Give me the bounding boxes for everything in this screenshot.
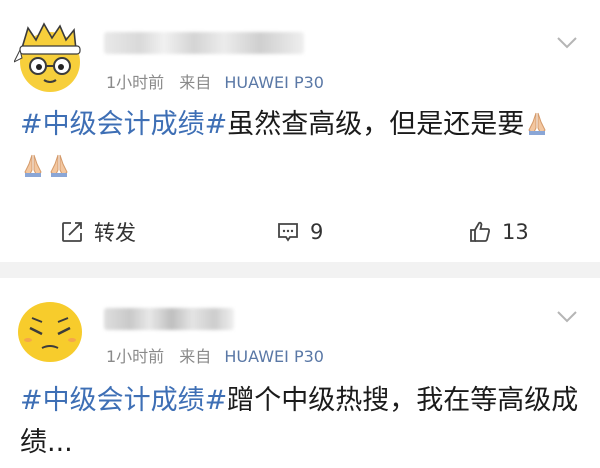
avatar[interactable] bbox=[12, 22, 86, 94]
pray-emoji bbox=[528, 112, 546, 135]
post-divider bbox=[0, 262, 600, 278]
repost-label: 转发 bbox=[94, 221, 136, 245]
post-source-label: 来自 bbox=[179, 347, 212, 366]
post-card: 1小时前 来自 HUAWEI P30 #中级会计成绩#蹭个中级热搜，我在等高级成… bbox=[0, 278, 600, 468]
post-time: 1小时前 bbox=[106, 347, 165, 366]
repost-icon bbox=[62, 222, 82, 242]
post-text: 虽然查高级，但是还是要 bbox=[227, 109, 525, 140]
username-redacted[interactable] bbox=[104, 32, 304, 54]
post-device[interactable]: HUAWEI P30 bbox=[224, 347, 324, 366]
action-bar: 转发 9 13 bbox=[0, 212, 600, 252]
comment-icon bbox=[278, 223, 298, 242]
chevron-down-icon[interactable] bbox=[556, 310, 578, 324]
like-count: 13 bbox=[502, 220, 529, 244]
pray-emoji bbox=[50, 154, 68, 177]
pleading-avatar-icon bbox=[18, 302, 82, 362]
hashtag-link[interactable]: #中级会计成绩# bbox=[20, 385, 227, 416]
post-time: 1小时前 bbox=[106, 73, 165, 92]
post-content: #中级会计成绩#虽然查高级，但是还是要 bbox=[20, 104, 582, 188]
post-content: #中级会计成绩#蹭个中级热搜，我在等高级成绩... bbox=[20, 380, 582, 464]
username-redacted[interactable] bbox=[104, 308, 234, 330]
like-icon bbox=[470, 221, 490, 242]
avatar[interactable] bbox=[14, 294, 86, 366]
repost-button[interactable]: 转发 bbox=[60, 212, 136, 252]
post-source-label: 来自 bbox=[179, 73, 212, 92]
crown-avatar-icon bbox=[12, 22, 81, 92]
post-device[interactable]: HUAWEI P30 bbox=[224, 73, 324, 92]
pray-emoji bbox=[24, 154, 42, 177]
post-meta: 1小时前 来自 HUAWEI P30 bbox=[106, 69, 324, 93]
post-card: 1小时前 来自 HUAWEI P30 #中级会计成绩#虽然查高级，但是还是要 转… bbox=[0, 0, 600, 262]
like-button[interactable]: 13 bbox=[468, 212, 529, 252]
chevron-down-icon[interactable] bbox=[556, 36, 578, 50]
comment-button[interactable]: 9 bbox=[276, 212, 323, 252]
hashtag-link[interactable]: #中级会计成绩# bbox=[20, 109, 227, 140]
post-meta: 1小时前 来自 HUAWEI P30 bbox=[106, 343, 324, 367]
comment-count: 9 bbox=[310, 220, 324, 244]
